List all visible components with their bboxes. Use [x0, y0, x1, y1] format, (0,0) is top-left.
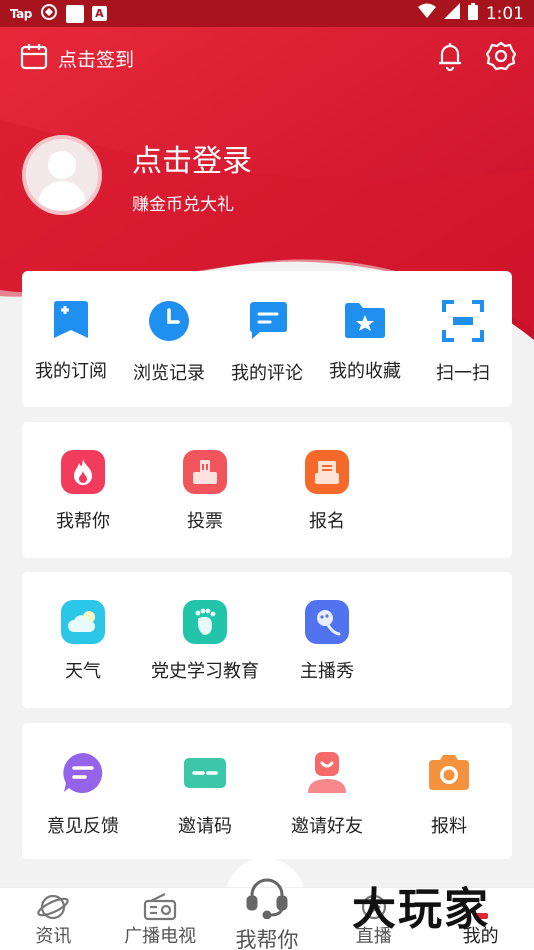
- service-label: 邀请好友: [291, 816, 363, 837]
- service-label: 投票: [187, 511, 223, 532]
- status-bar: Tap A 1:01: [0, 0, 534, 27]
- service-label: 党史学习教育: [151, 661, 259, 682]
- service-item-help[interactable]: 我帮你: [22, 450, 144, 533]
- carrier-icon: Tap: [10, 6, 32, 21]
- service-label: 报料: [431, 816, 467, 837]
- watermark: 大玩家: [352, 884, 490, 935]
- quick-action-label: 浏览记录: [133, 363, 205, 384]
- quick-action-favorites[interactable]: 我的收藏: [316, 300, 414, 385]
- quick-action-scan[interactable]: 扫一扫: [414, 300, 512, 385]
- checkin-label: 点击签到: [58, 48, 135, 71]
- invite-code-icon: [183, 751, 227, 799]
- tab-news[interactable]: 资讯: [0, 888, 107, 950]
- profile-section[interactable]: 点击登录 赚金币兑大礼: [22, 135, 252, 215]
- radio-icon: [143, 892, 177, 922]
- service-item-signup[interactable]: 报名: [266, 450, 388, 533]
- headset-icon: [244, 875, 290, 924]
- quick-action-history[interactable]: 浏览记录: [120, 300, 218, 385]
- tab-label: 资讯: [35, 926, 72, 947]
- service-label: 报名: [309, 511, 345, 532]
- service-label: 我帮你: [56, 511, 110, 532]
- quick-actions-card: 我的订阅 浏览记录 我的评论 我的收藏 扫一扫: [22, 271, 512, 407]
- invite-friend-icon: [305, 751, 349, 799]
- tab-label: 我帮你: [235, 928, 299, 950]
- service-item-report[interactable]: 报料: [388, 751, 510, 838]
- service-label: 天气: [65, 661, 101, 682]
- service-label: 意见反馈: [47, 816, 119, 837]
- quick-action-label: 我的收藏: [329, 361, 401, 382]
- clock-icon: [148, 300, 190, 346]
- quick-action-label: 扫一扫: [436, 363, 490, 384]
- quick-action-subscribe[interactable]: 我的订阅: [22, 300, 120, 385]
- square-icon: [65, 4, 84, 23]
- more-services-card: 意见反馈 邀请码 邀请好友 报料: [22, 723, 512, 859]
- planet-icon: [36, 892, 70, 922]
- calendar-icon: [20, 42, 48, 75]
- vote-icon: [183, 450, 227, 494]
- service-item-weather[interactable]: 天气: [22, 600, 144, 683]
- avatar[interactable]: [22, 135, 102, 215]
- service-item-invite-code[interactable]: 邀请码: [144, 751, 266, 838]
- tab-label: 广播电视: [124, 926, 197, 947]
- service-item-invite-friend[interactable]: 邀请好友: [266, 751, 388, 838]
- signup-icon: [305, 450, 349, 494]
- comment-icon: [246, 300, 288, 346]
- fire-icon: [61, 450, 105, 494]
- service-label: 邀请码: [178, 816, 232, 837]
- services-card: 天气 党史学习教育 主播秀: [22, 572, 512, 708]
- scan-icon: [442, 300, 484, 346]
- service-item-anchor-show[interactable]: 主播秀: [266, 600, 388, 683]
- tab-help[interactable]: 我帮你: [220, 875, 314, 950]
- service-item-vote[interactable]: 投票: [144, 450, 266, 533]
- settings-icon[interactable]: [485, 41, 517, 75]
- microphone-icon: [305, 600, 349, 644]
- a-icon: A: [91, 6, 107, 21]
- login-label[interactable]: 点击登录: [132, 136, 252, 180]
- camera-icon: [427, 751, 471, 799]
- service-item-feedback[interactable]: 意见反馈: [22, 751, 144, 838]
- footprint-icon: [183, 600, 227, 644]
- help-services-card: 我帮你 投票 报名: [22, 422, 512, 558]
- bell-icon[interactable]: [436, 41, 464, 75]
- profile-subtitle: 赚金币兑大礼: [132, 194, 234, 215]
- quick-action-label: 我的评论: [231, 363, 303, 384]
- folder-star-icon: [343, 300, 387, 344]
- weather-icon: [61, 600, 105, 644]
- feedback-icon: [61, 751, 105, 799]
- clock-time: 1:01: [485, 3, 524, 24]
- signal-icon: [443, 3, 460, 24]
- tab-broadcast[interactable]: 广播电视: [107, 888, 214, 950]
- quick-action-comments[interactable]: 我的评论: [218, 300, 316, 385]
- service-item-party-history[interactable]: 党史学习教育: [144, 600, 266, 683]
- battery-icon: [467, 2, 478, 25]
- header-bar: 点击签到: [20, 38, 517, 78]
- quick-action-label: 我的订阅: [35, 361, 107, 382]
- checkin-button[interactable]: 点击签到: [20, 42, 134, 75]
- hotspot-icon: [40, 3, 58, 25]
- subscribe-icon: [51, 300, 91, 344]
- wifi-icon: [417, 3, 436, 24]
- service-label: 主播秀: [300, 661, 354, 682]
